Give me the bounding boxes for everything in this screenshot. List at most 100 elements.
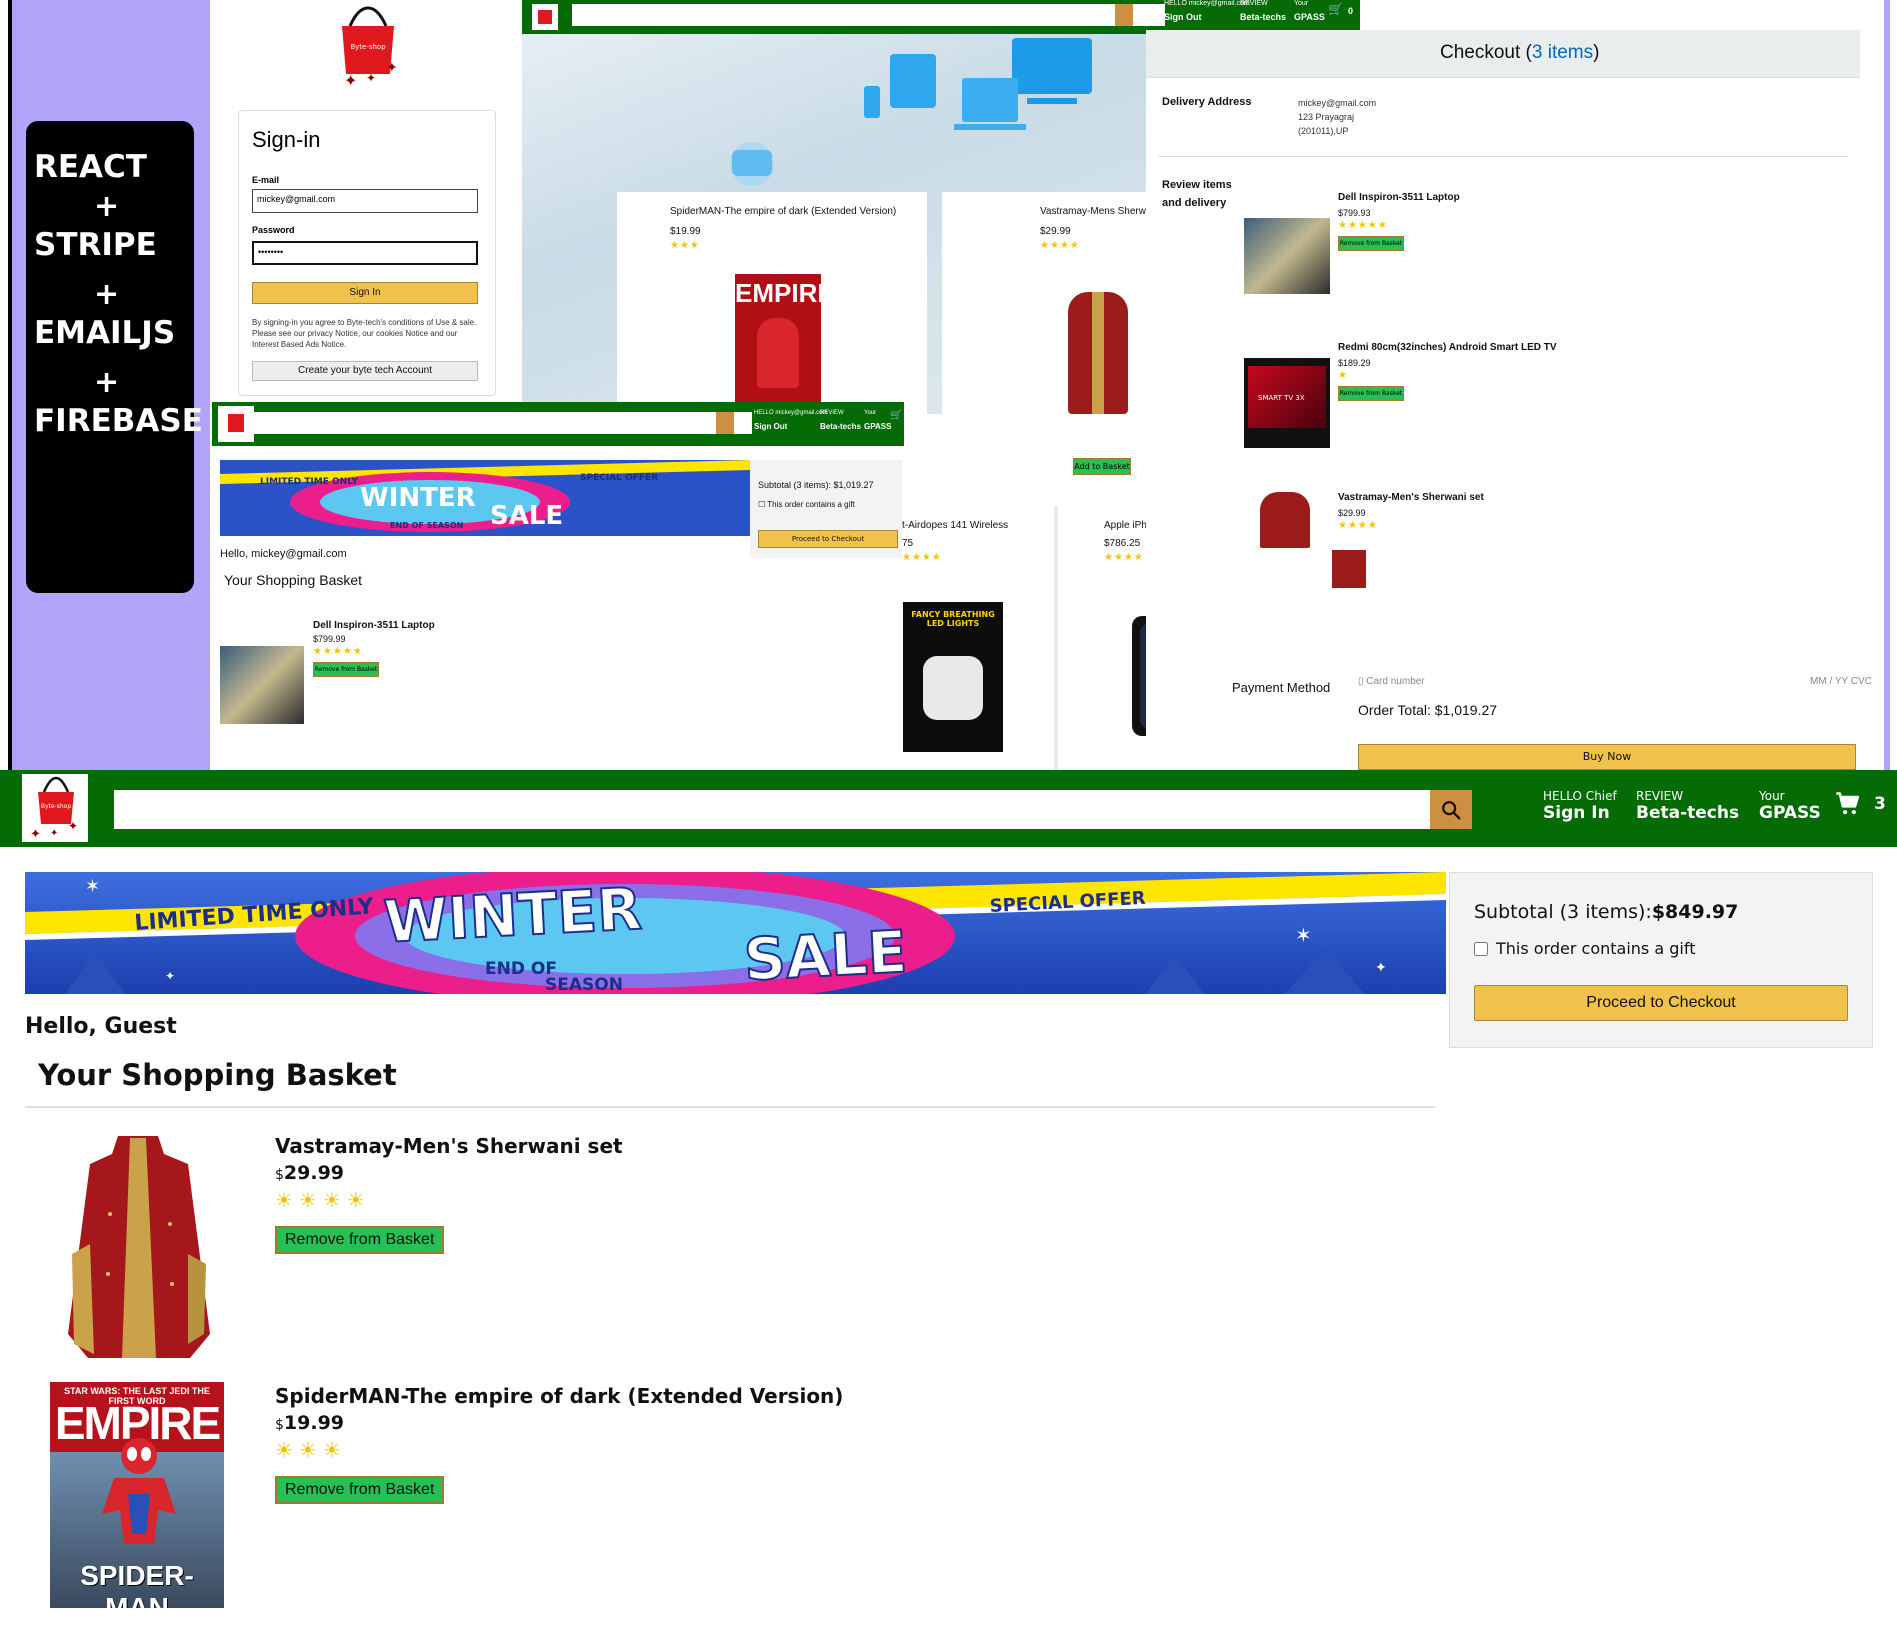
greeting: Hello, Guest	[25, 1014, 177, 1039]
mini-gpass[interactable]: GPASS	[1294, 12, 1325, 22]
checkout-remove-button[interactable]: Remove from Basket	[1338, 236, 1404, 251]
mini-search-input[interactable]	[252, 412, 752, 434]
basket-divider	[25, 1106, 1435, 1108]
price-value: 19.99	[283, 1412, 345, 1434]
search-icon	[1442, 800, 1461, 819]
mini-nav-line1: REVIEW	[1240, 0, 1268, 7]
svg-text:✶: ✶	[1295, 923, 1312, 947]
basket-count: 3	[1874, 794, 1886, 814]
product-price: $19.99	[670, 226, 701, 237]
basket-item-rating: ☀☀☀☀	[275, 1188, 371, 1212]
checkout-remove-button[interactable]: Remove from Basket	[1338, 386, 1404, 401]
nav-gpass[interactable]: Your GPASS	[1759, 789, 1821, 823]
right-edge-panel	[1884, 0, 1890, 770]
nav-review[interactable]: REVIEW Beta-techs	[1636, 789, 1739, 823]
product-rating: ★★★★	[902, 552, 942, 563]
mini-search-icon[interactable]	[716, 412, 734, 434]
svg-text:SEASON: SEASON	[545, 975, 623, 994]
buy-now-button[interactable]: Buy Now	[1358, 744, 1856, 770]
mini-nav-line1: Your	[864, 410, 877, 416]
svg-text:Byte-shop: Byte-shop	[41, 803, 71, 810]
signin-title: Sign-in	[252, 127, 321, 152]
mini-item-price: $799.99	[313, 634, 346, 644]
card-expiry-cvc[interactable]: MM / YY CVC	[1810, 676, 1872, 687]
mini-cart-count: 0	[1348, 6, 1354, 16]
nav-sign-in[interactable]: HELLO Chief Sign In	[1543, 789, 1617, 823]
svg-text:WINTER: WINTER	[382, 875, 643, 956]
svg-text:✦: ✦	[386, 60, 398, 76]
tech-stack-box: REACT + STRIPE + EMAILJS + FIREBASE	[26, 121, 203, 593]
stack-stripe: STRIPE	[34, 227, 157, 263]
address-line: 123 Prayagraj	[1298, 112, 1355, 122]
spiderman-figure-icon	[102, 1438, 176, 1544]
card-number-field[interactable]: ▯ Card number	[1358, 676, 1425, 687]
mini-remove-button[interactable]: Remove from Basket	[313, 662, 379, 677]
stack-plus: +	[94, 277, 120, 312]
search-input[interactable]	[114, 790, 1431, 829]
password-field[interactable]: ••••••••	[252, 241, 478, 265]
subtotal-amount: $849.97	[1651, 901, 1739, 923]
svg-text:LIMITED TIME ONLY: LIMITED TIME ONLY	[260, 477, 359, 487]
mini-signout[interactable]: Sign Out	[1164, 12, 1202, 22]
search-button[interactable]	[1430, 790, 1472, 829]
basket-item-rating: ☀☀☀	[275, 1438, 347, 1462]
basket-item-title: SpiderMAN-The empire of dark (Extended V…	[275, 1384, 844, 1408]
product-price: $29.99	[1040, 226, 1071, 237]
mini-checkout-button[interactable]: Proceed to Checkout	[758, 530, 898, 548]
nav-sign-in-label: Sign In	[1543, 803, 1610, 823]
checkout-item-rating: ★★★★	[1338, 520, 1378, 531]
empire-magazine-image: EMPIRE	[735, 274, 835, 414]
product-rating: ★★★★	[1040, 240, 1080, 251]
sherwani-image	[1260, 492, 1310, 548]
svg-text:✦: ✦	[1375, 960, 1387, 976]
mini-signout[interactable]: Sign Out	[754, 422, 787, 431]
checkout-items-link[interactable]: 3 items	[1532, 42, 1593, 63]
remove-from-basket-button[interactable]: Remove from Basket	[275, 1226, 445, 1254]
mini-search-input[interactable]	[572, 4, 1165, 26]
mini-subtotal: Subtotal (3 items): $1,019.27	[758, 480, 874, 490]
delivery-address: mickey@gmail.com 123 Prayagraj (201011),…	[1298, 96, 1376, 138]
mini-search-icon[interactable]	[1115, 4, 1133, 26]
product-price: $786.25	[1104, 538, 1141, 549]
stack-emailjs: EMAILJS	[34, 315, 176, 351]
remove-from-basket-button[interactable]: Remove from Basket	[275, 1476, 445, 1504]
email-field[interactable]: mickey@gmail.com	[252, 189, 478, 213]
gift-checkbox[interactable]	[1474, 941, 1488, 956]
mini-item-rating: ★★★★★	[313, 646, 363, 657]
mini-cart-icon[interactable]: 🛒	[1328, 2, 1343, 16]
svg-text:WINTER: WINTER	[360, 483, 476, 513]
mini-item-title: Dell Inspiron-3511 Laptop	[313, 620, 435, 631]
address-line: (201011),UP	[1298, 126, 1349, 136]
checkout-item-price: $29.99	[1338, 508, 1366, 518]
svg-text:✦: ✦	[30, 827, 41, 842]
proceed-to-checkout-button[interactable]: Proceed to Checkout	[1474, 985, 1848, 1021]
checkout-item-price: $799.93	[1338, 208, 1371, 218]
mini-logo	[218, 406, 254, 442]
review-label: Review items and delivery	[1162, 179, 1232, 209]
mini-review[interactable]: Beta-techs	[820, 422, 861, 431]
mini-nav-line1: HELLO mickey@gmail.com	[754, 410, 828, 416]
checkout-page: Checkout (3 items) Delivery Address mick…	[1146, 30, 1897, 770]
mini-logo	[532, 4, 558, 30]
header-logo[interactable]: Byte-shop ✦ ✦ ✦	[22, 774, 88, 842]
basket-link[interactable]: 3	[1834, 790, 1886, 818]
checkout-item-title: Redmi 80cm(32inches) Android Smart LED T…	[1338, 342, 1557, 353]
mini-gpass[interactable]: GPASS	[864, 422, 891, 431]
create-account-button[interactable]: Create your byte tech Account	[252, 361, 478, 381]
svg-text:✦: ✦	[68, 819, 78, 833]
signin-button[interactable]: Sign In	[252, 282, 478, 304]
tv-text: SMART TV 3X	[1258, 394, 1305, 402]
checkout-item-rating: ★★★★★	[1338, 220, 1388, 231]
mini-cart-icon[interactable]: 🛒	[890, 410, 902, 421]
nav-review-label: Beta-techs	[1636, 803, 1740, 823]
checkout-title-suffix: )	[1593, 42, 1600, 63]
mini-review[interactable]: Beta-techs	[1240, 12, 1286, 22]
mini-hello: Hello, mickey@gmail.com	[220, 548, 347, 560]
airdopes-image: FANCY BREATHING LED LIGHTS	[903, 602, 1003, 752]
email-label: E-mail	[252, 175, 280, 185]
product-price: 75	[902, 538, 914, 549]
add-to-basket-button[interactable]: Add to Basket	[1073, 458, 1131, 475]
product-card: t-Airdopes 141 Wireless 75 ★★★★ FANCY BR…	[902, 506, 1054, 770]
cover-bottom-title: SPIDER-MAN	[80, 1560, 194, 1608]
stack-react: REACT	[34, 149, 147, 185]
